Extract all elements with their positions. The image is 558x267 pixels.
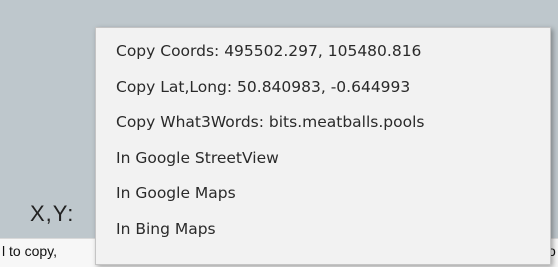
context-menu: Copy Coords: 495502.297, 105480.816 Copy… — [95, 27, 551, 265]
copy-hint-text: l to copy, — [2, 243, 57, 259]
menu-item-copy-lat-long[interactable]: Copy Lat,Long: 50.840983, -0.644993 — [96, 70, 550, 106]
xy-coordinate-label: X,Y: — [30, 201, 75, 226]
menu-item-google-maps[interactable]: In Google Maps — [96, 176, 550, 212]
menu-item-copy-what3words[interactable]: Copy What3Words: bits.meatballs.pools — [96, 105, 550, 141]
menu-item-google-streetview[interactable]: In Google StreetView — [96, 141, 550, 177]
menu-item-copy-coords[interactable]: Copy Coords: 495502.297, 105480.816 — [96, 34, 550, 70]
menu-item-bing-maps[interactable]: In Bing Maps — [96, 212, 550, 248]
